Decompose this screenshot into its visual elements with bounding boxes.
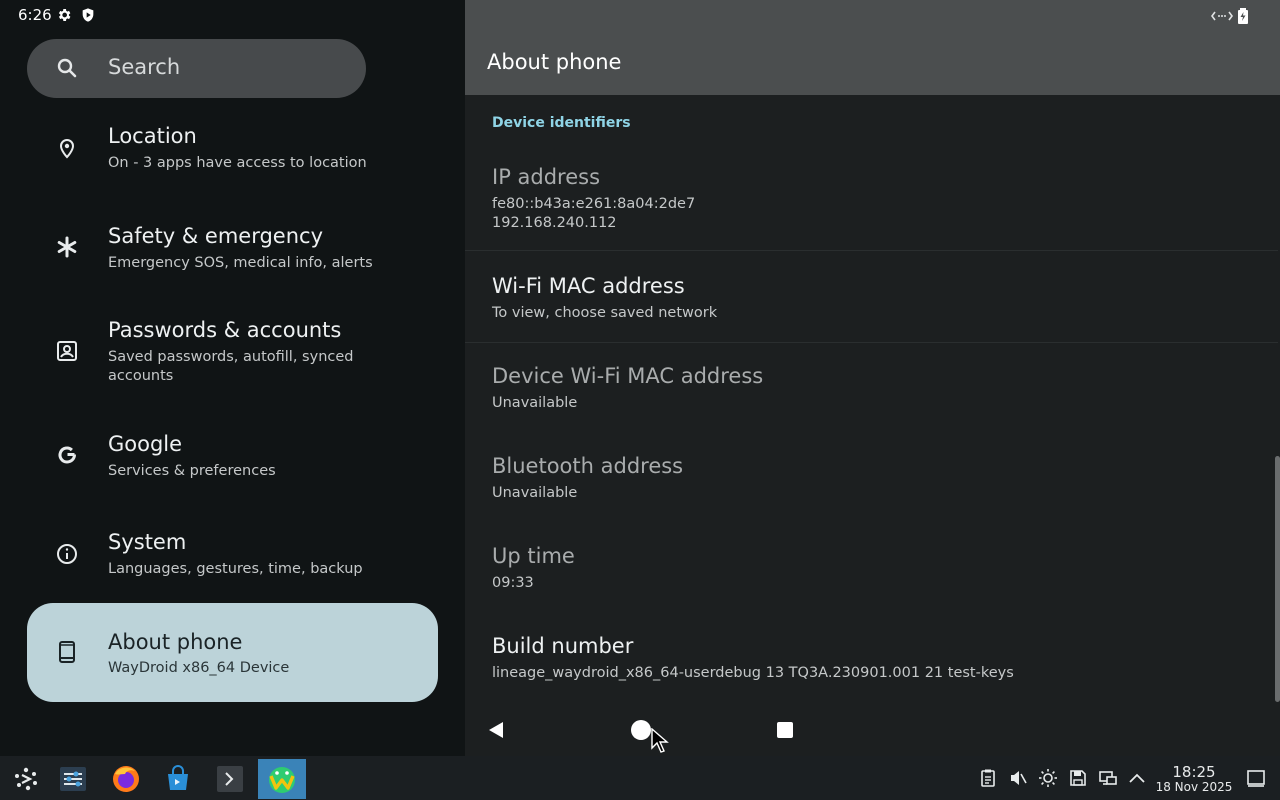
- sidebar-item-subtitle: Emergency SOS, medical info, alerts: [108, 255, 373, 271]
- search-icon: [57, 58, 77, 78]
- page-title: About phone: [487, 50, 622, 74]
- terminal-icon: [217, 766, 243, 792]
- sidebar-item-subtitle: Languages, gestures, time, backup: [108, 561, 363, 577]
- sidebar-item-title: Google: [108, 432, 183, 456]
- sidebar-item-about-phone[interactable]: About phone WayDroid x86_64 Device: [27, 603, 438, 702]
- desktop-taskbar: [0, 756, 1280, 800]
- sidebar-item-safety[interactable]: Safety & emergency Emergency SOS, medica…: [27, 212, 438, 288]
- sidebar-item-subtitle: Services & preferences: [108, 463, 276, 479]
- app-bar: About phone: [465, 0, 1280, 95]
- chevron-up-icon[interactable]: [1127, 768, 1147, 788]
- search-placeholder: Search: [108, 55, 181, 79]
- sidebar-item-title: About phone: [108, 630, 243, 654]
- sidebar-item-subtitle: WayDroid x86_64 Device: [108, 660, 290, 676]
- account-box-icon: [57, 341, 77, 361]
- phone-icon: [59, 641, 75, 663]
- pref-summary: fe80::b43a:e261:8a04:2de7 192.168.240.11…: [492, 196, 696, 231]
- pref-title: IP address: [492, 165, 601, 189]
- pref-title: Build number: [492, 634, 634, 658]
- left-bottom-spacer: [0, 702, 465, 756]
- sidebar-item-subtitle: On - 3 apps have access to location: [108, 155, 367, 171]
- sidebar-item-title: Location: [108, 124, 197, 148]
- navigation-bar: [465, 702, 1280, 756]
- shield-icon: [82, 8, 94, 22]
- pref-title: Wi-Fi MAC address: [492, 274, 685, 298]
- sidebar-item-subtitle: Saved passwords, autofill, synced accoun…: [108, 349, 354, 384]
- battery-icon: [1238, 8, 1248, 24]
- status-bar: 6:26: [0, 0, 465, 32]
- asterisk-icon: [57, 236, 77, 258]
- gear-icon: [58, 9, 71, 21]
- pref-summary: lineage_waydroid_x86_64-userdebug 13 TQ3…: [492, 665, 1014, 681]
- info-icon: [57, 544, 77, 564]
- settings-sliders-icon: [60, 767, 86, 791]
- show-desktop-icon[interactable]: [1246, 768, 1266, 788]
- pref-summary: To view, choose saved network: [492, 305, 718, 321]
- back-triangle-icon: [489, 722, 503, 738]
- ethernet-icon: [1211, 11, 1233, 21]
- sidebar-item-title: Passwords & accounts: [108, 318, 342, 342]
- pref-device-wifi-mac: Device Wi-Fi MAC address Unavailable: [465, 343, 1278, 433]
- pref-title: Bluetooth address: [492, 454, 684, 478]
- recents-button[interactable]: [771, 716, 799, 744]
- pref-up-time: Up time 09:33: [465, 523, 1278, 613]
- pref-ip-address: IP address fe80::b43a:e261:8a04:2de7 192…: [465, 150, 1278, 250]
- pref-summary: Unavailable: [492, 485, 578, 501]
- taskbar-firefox[interactable]: [103, 759, 149, 799]
- pref-summary: 09:33: [492, 575, 534, 591]
- clock-date: 18 Nov 2025: [1155, 780, 1233, 794]
- search-bar[interactable]: Search: [27, 39, 366, 98]
- app-launcher-icon: [15, 767, 37, 791]
- firefox-icon: [113, 766, 139, 792]
- sidebar-item-passwords[interactable]: Passwords & accounts Saved passwords, au…: [27, 306, 438, 400]
- back-button[interactable]: [482, 716, 510, 744]
- sidebar-item-google[interactable]: Google Services & preferences: [27, 420, 438, 496]
- google-icon: [58, 446, 76, 464]
- settings-list-pane: 6:26 Search Location On - 3 apps have ac…: [0, 0, 465, 756]
- about-phone-pane: About phone Device identifiers IP addres…: [465, 0, 1280, 756]
- pref-summary: Unavailable: [492, 395, 578, 411]
- taskbar-clock[interactable]: 18:25 18 Nov 2025: [1152, 764, 1236, 794]
- volume-muted-icon[interactable]: [1008, 768, 1028, 788]
- clock-time: 18:25: [1172, 763, 1216, 781]
- scrollbar[interactable]: [1275, 456, 1280, 702]
- save-disk-icon[interactable]: [1068, 768, 1088, 788]
- location-pin-icon: [59, 139, 75, 159]
- network-wired-icon[interactable]: [1098, 768, 1118, 788]
- taskbar-waydroid[interactable]: [258, 759, 306, 799]
- sidebar-item-location[interactable]: Location On - 3 apps have access to loca…: [27, 112, 438, 188]
- sidebar-item-title: System: [108, 530, 187, 554]
- taskbar-settings-app[interactable]: [50, 759, 96, 799]
- section-header-device-identifiers: Device identifiers: [492, 115, 631, 131]
- waydroid-icon: [269, 767, 295, 793]
- sidebar-item-system[interactable]: System Languages, gestures, time, backup: [27, 518, 438, 594]
- taskbar-terminal[interactable]: [207, 759, 253, 799]
- home-circle-icon: [631, 720, 651, 740]
- mouse-cursor-icon: [651, 728, 669, 753]
- recents-square-icon: [777, 722, 793, 738]
- pref-bluetooth-address: Bluetooth address Unavailable: [465, 433, 1278, 523]
- sidebar-item-title: Safety & emergency: [108, 224, 323, 248]
- clipboard-icon[interactable]: [978, 768, 998, 788]
- pref-build-number[interactable]: Build number lineage_waydroid_x86_64-use…: [465, 613, 1278, 702]
- status-time: 6:26: [18, 6, 52, 24]
- pref-wifi-mac-address[interactable]: Wi-Fi MAC address To view, choose saved …: [465, 251, 1278, 342]
- pref-title: Up time: [492, 544, 575, 568]
- store-icon: [168, 765, 188, 790]
- taskbar-app-launcher[interactable]: [3, 759, 49, 799]
- pref-title: Device Wi-Fi MAC address: [492, 364, 764, 388]
- taskbar-store[interactable]: [155, 759, 201, 799]
- brightness-icon[interactable]: [1038, 768, 1058, 788]
